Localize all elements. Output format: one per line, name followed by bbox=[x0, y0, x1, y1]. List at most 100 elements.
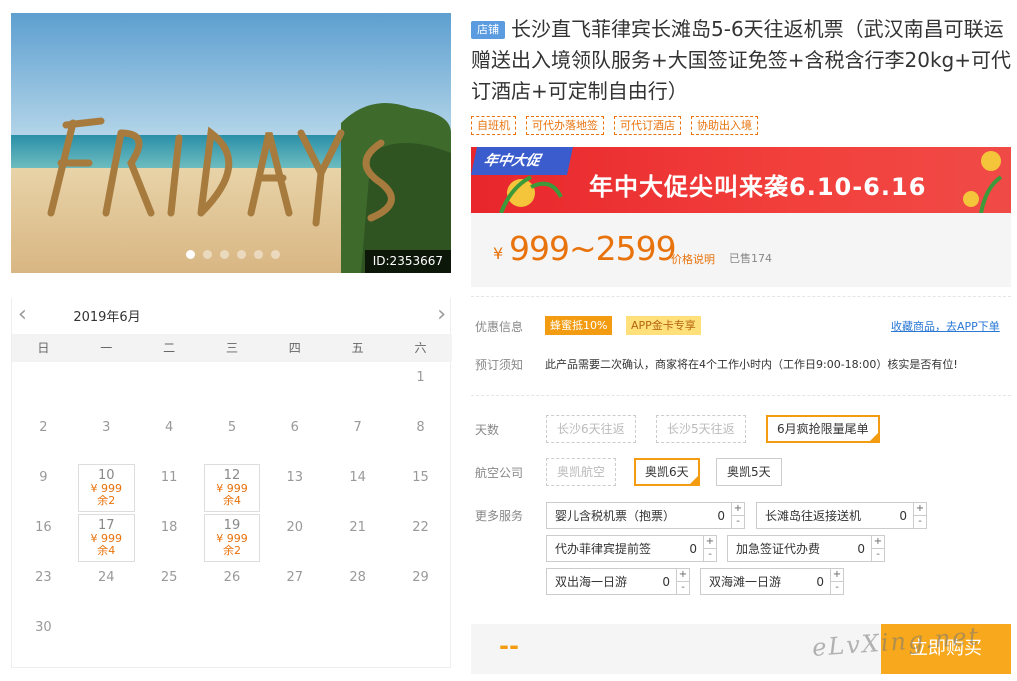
minus-icon[interactable]: - bbox=[914, 515, 926, 528]
gallery-dot[interactable] bbox=[186, 250, 195, 259]
days-label: 天数 bbox=[475, 423, 500, 437]
quantity-stepper[interactable]: + - bbox=[913, 503, 926, 528]
minus-icon[interactable]: - bbox=[677, 581, 689, 594]
calendar-day: 26 bbox=[201, 562, 264, 612]
calendar-day-available[interactable]: 17 ¥ 999 余4 bbox=[77, 514, 135, 562]
day-number: 10 bbox=[97, 468, 115, 483]
shop-tag[interactable]: 店铺 bbox=[471, 21, 505, 39]
plus-icon[interactable]: + bbox=[872, 536, 884, 548]
service-name: 双海滩一日游 bbox=[709, 575, 782, 589]
plus-icon[interactable]: + bbox=[914, 503, 926, 515]
minus-icon[interactable]: - bbox=[831, 581, 843, 594]
price-note-link[interactable]: 价格说明 bbox=[671, 251, 715, 267]
minus-icon[interactable]: - bbox=[872, 548, 884, 561]
service-qty[interactable]: 0 bbox=[816, 575, 830, 589]
beach-photo bbox=[11, 13, 451, 273]
service-qty[interactable]: 0 bbox=[717, 509, 731, 523]
calendar-day-available[interactable]: 10 ¥ 999 余2 bbox=[77, 464, 135, 512]
gallery-dot[interactable] bbox=[220, 250, 229, 259]
favorite-link[interactable]: 收藏商品，去APP下单 bbox=[891, 318, 1000, 334]
day-number: 24 bbox=[97, 570, 115, 585]
calendar-day: 28 bbox=[326, 562, 389, 612]
plus-icon[interactable]: + bbox=[677, 569, 689, 581]
calendar-month-tab[interactable]: 2019年6月 bbox=[62, 306, 152, 337]
gallery-dot[interactable] bbox=[254, 250, 263, 259]
calendar-day: 21 bbox=[326, 512, 389, 562]
plus-icon[interactable]: + bbox=[831, 569, 843, 581]
product-title: 长沙直飞菲律宾长滩岛5-6天往返机票（武汉南昌可联运 赠送出入境领队服务+大国签… bbox=[471, 17, 1011, 103]
calendar-day-available[interactable]: 12 ¥ 999 余4 bbox=[203, 464, 261, 512]
calendar-day: 3 bbox=[75, 412, 138, 462]
day-number: 28 bbox=[349, 570, 366, 585]
option-okay-air[interactable]: 奥凯航空 bbox=[546, 458, 617, 486]
weekday-label: 日 bbox=[37, 341, 50, 355]
day-number: 26 bbox=[223, 570, 241, 585]
day-number: 18 bbox=[160, 520, 178, 535]
day-number: 2 bbox=[39, 420, 48, 435]
plus-icon[interactable]: + bbox=[732, 503, 744, 515]
product-title-block: 店铺 长沙直飞菲律宾长滩岛5-6天往返机票（武汉南昌可联运 赠送出入境领队服务+大… bbox=[471, 14, 1011, 107]
minus-icon[interactable]: - bbox=[732, 515, 744, 528]
day-number: 6 bbox=[290, 420, 299, 435]
option-okay-5[interactable]: 奥凯5天 bbox=[716, 458, 782, 486]
quantity-stepper[interactable]: + - bbox=[676, 569, 689, 594]
feature-tag: 协助出入境 bbox=[691, 116, 758, 135]
calendar-day: 7 bbox=[326, 412, 389, 462]
calendar-day: 9 bbox=[12, 462, 75, 512]
day-number: 4 bbox=[164, 420, 174, 435]
day-number: 23 bbox=[35, 570, 52, 585]
quantity-stepper[interactable]: + - bbox=[703, 536, 716, 561]
total-price: -- bbox=[499, 632, 519, 660]
gallery-dots[interactable] bbox=[186, 250, 280, 259]
gallery-dot[interactable] bbox=[271, 250, 280, 259]
day-number: 14 bbox=[349, 470, 366, 485]
day-number bbox=[326, 612, 389, 620]
promo-banner[interactable]: 年中大促 年中大促尖叫来袭6.10-6.16 bbox=[471, 147, 1011, 213]
service-qty[interactable]: 0 bbox=[662, 575, 676, 589]
chevron-left-icon[interactable]: ‹ bbox=[18, 304, 27, 326]
product-id-label: ID:2353667 bbox=[364, 250, 451, 273]
calendar-day-available[interactable]: 19 ¥ 999 余2 bbox=[203, 514, 261, 562]
day-number: 27 bbox=[286, 570, 304, 585]
service-qty[interactable]: 0 bbox=[857, 542, 871, 556]
option-okay-6[interactable]: 奥凯6天 bbox=[634, 458, 700, 486]
quantity-stepper[interactable]: + - bbox=[830, 569, 843, 594]
calendar-day: 20 bbox=[263, 512, 326, 562]
service-urgent-visa: 加急签证代办费 0 + - bbox=[727, 535, 885, 562]
day-remaining: 余4 bbox=[97, 544, 116, 557]
booking-label: 预订须知 bbox=[475, 358, 524, 372]
quantity-stepper[interactable]: + - bbox=[871, 536, 884, 561]
calendar-header: ‹ 2019年6月 › bbox=[12, 298, 452, 337]
calendar-day: 24 bbox=[75, 562, 138, 612]
weekday-label: 一 bbox=[100, 341, 113, 355]
quantity-stepper[interactable]: + - bbox=[731, 503, 744, 528]
day-number: 8 bbox=[416, 420, 425, 435]
service-qty[interactable]: 0 bbox=[689, 542, 703, 556]
calendar-day bbox=[75, 362, 138, 412]
day-number: 21 bbox=[349, 520, 366, 535]
weekday-label: 二 bbox=[163, 341, 176, 355]
plus-icon[interactable]: + bbox=[704, 536, 716, 548]
chevron-right-icon[interactable]: › bbox=[437, 304, 446, 326]
service-qty[interactable]: 0 bbox=[899, 509, 913, 523]
airline-label: 航空公司 bbox=[475, 466, 524, 480]
gallery-dot[interactable] bbox=[203, 250, 212, 259]
option-changsha-5[interactable]: 长沙5天往返 bbox=[656, 415, 746, 443]
services-label: 更多服务 bbox=[475, 509, 524, 523]
calendar-day: 29 bbox=[389, 562, 452, 612]
option-june-deal[interactable]: 6月疯抢限量尾单 bbox=[766, 415, 880, 443]
weekday-label: 三 bbox=[225, 341, 238, 355]
day-number: 13 bbox=[286, 470, 304, 485]
option-changsha-6[interactable]: 长沙6天往返 bbox=[546, 415, 636, 443]
gallery-dot[interactable] bbox=[237, 250, 246, 259]
product-gallery[interactable]: ID:2353667 bbox=[11, 13, 451, 273]
service-name: 加急签证代办费 bbox=[736, 542, 821, 556]
date-calendar: ‹ 2019年6月 › 日一二三四五六 1 2 3 4 5 6 7 8 9 10 ¥ 999 余2 11… bbox=[11, 298, 452, 668]
calendar-day bbox=[138, 612, 201, 662]
service-name: 婴儿含税机票（抱票） bbox=[555, 509, 676, 523]
day-number bbox=[12, 362, 75, 370]
minus-icon[interactable]: - bbox=[704, 548, 716, 561]
calendar-day: 16 bbox=[12, 512, 75, 562]
calendar-day bbox=[12, 362, 75, 412]
calendar-day bbox=[138, 362, 201, 412]
